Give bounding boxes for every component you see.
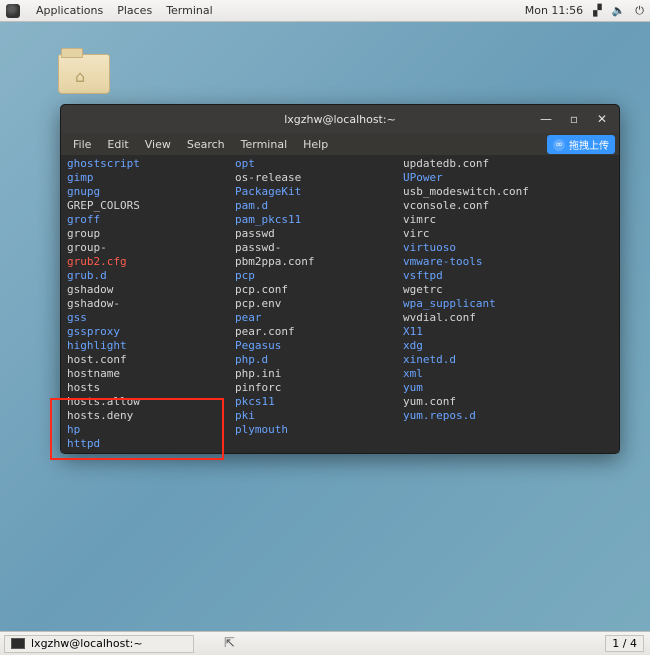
ls-entry: os-release [235,171,403,185]
ls-entry: yum.conf [403,395,571,409]
maximize-button[interactable]: ▫ [563,110,585,128]
ls-entry: vconsole.conf [403,199,571,213]
ls-entry: xdg [403,339,571,353]
ls-entry: pear [235,311,403,325]
ls-entry: grub2.cfg [67,255,235,269]
ls-entry: UPower [403,171,571,185]
upload-pill-label: 拖拽上传 [569,137,609,152]
ls-entry: pear.conf [235,325,403,339]
ls-entry: pam_pkcs11 [235,213,403,227]
ls-column: ghostscriptgimpgnupgGREP_COLORSgroffgrou… [67,157,235,451]
ls-entry: php.ini [235,367,403,381]
terminal-window: lxgzhw@localhost:~ — ▫ ✕ File Edit View … [60,104,620,454]
ls-entry: hosts.deny [67,409,235,423]
ls-entry: highlight [67,339,235,353]
ls-entry: ghostscript [67,157,235,171]
ls-entry: virtuoso [403,241,571,255]
ls-entry: hostname [67,367,235,381]
cursor-icon: ⇱ [224,636,235,651]
minimize-button[interactable]: — [535,110,557,128]
ls-entry: pcp.env [235,297,403,311]
taskbar-item-terminal[interactable]: lxgzhw@localhost:~ [4,635,194,653]
ls-column: optos-releasePackageKitpam.dpam_pkcs11pa… [235,157,403,451]
menu-help[interactable]: Help [295,138,336,151]
ls-entry: passwd [235,227,403,241]
ls-entry: gshadow [67,283,235,297]
ls-entry: passwd- [235,241,403,255]
ls-entry: Pegasus [235,339,403,353]
gnome-taskbar: lxgzhw@localhost:~ ⇱ 1 / 4 [0,631,650,655]
terminal-titlebar[interactable]: lxgzhw@localhost:~ — ▫ ✕ [61,105,619,133]
ls-entry: groff [67,213,235,227]
ls-entry: yum.repos.d [403,409,571,423]
ls-entry: wgetrc [403,283,571,297]
menu-search[interactable]: Search [179,138,233,151]
ls-entry: hosts [67,381,235,395]
ls-entry: gnupg [67,185,235,199]
gnome-logo-icon [6,4,20,18]
menu-terminal[interactable]: Terminal [233,138,296,151]
ls-entry: gss [67,311,235,325]
ls-entry: pkcs11 [235,395,403,409]
upload-pill[interactable]: ∞ 拖拽上传 [547,135,615,154]
ls-entry: grub.d [67,269,235,283]
ls-entry: yum [403,381,571,395]
network-icon[interactable]: ▞ [593,4,601,17]
ls-entry: httpd [67,437,235,451]
terminal-mini-icon [11,638,25,649]
topbar-menu-terminal[interactable]: Terminal [166,4,213,17]
menu-file[interactable]: File [65,138,99,151]
close-button[interactable]: ✕ [591,110,613,128]
ls-entry: pbm2ppa.conf [235,255,403,269]
sound-icon[interactable]: 🔈 [612,4,626,17]
ls-entry: pinforc [235,381,403,395]
ls-entry: pam.d [235,199,403,213]
taskbar-item-label: lxgzhw@localhost:~ [31,637,143,650]
ls-entry: xml [403,367,571,381]
ls-entry: wpa_supplicant [403,297,571,311]
gnome-topbar: Applications Places Terminal Mon 11:56 ▞… [0,0,650,22]
ls-entry: pki [235,409,403,423]
ls-entry: usb_modeswitch.conf [403,185,571,199]
ls-entry: vsftpd [403,269,571,283]
ls-entry: vimrc [403,213,571,227]
ls-entry: wvdial.conf [403,311,571,325]
menu-edit[interactable]: Edit [99,138,136,151]
ls-entry: hosts.allow [67,395,235,409]
ls-entry: vmware-tools [403,255,571,269]
terminal-body[interactable]: ghostscriptgimpgnupgGREP_COLORSgroffgrou… [61,155,619,453]
ls-entry: group [67,227,235,241]
ls-entry: hp [67,423,235,437]
home-glyph-icon: ⌂ [75,67,85,86]
terminal-menubar: File Edit View Search Terminal Help ∞ 拖拽… [61,133,619,155]
workspace-switcher[interactable]: 1 / 4 [605,635,644,652]
ls-entry: virc [403,227,571,241]
ls-entry: host.conf [67,353,235,367]
ls-entry: gssproxy [67,325,235,339]
ls-entry: plymouth [235,423,403,437]
topbar-menu-places[interactable]: Places [117,4,152,17]
ls-entry: opt [235,157,403,171]
ls-column: updatedb.confUPowerusb_modeswitch.confvc… [403,157,571,451]
link-icon: ∞ [553,139,565,151]
menu-view[interactable]: View [137,138,179,151]
ls-entry: gshadow- [67,297,235,311]
topbar-menu-applications[interactable]: Applications [36,4,103,17]
ls-entry: pcp.conf [235,283,403,297]
ls-entry: pcp [235,269,403,283]
home-folder-icon[interactable]: ⌂ [58,48,110,100]
ls-entry: PackageKit [235,185,403,199]
ls-entry: gimp [67,171,235,185]
power-icon[interactable]: ⏻ [635,4,644,18]
ls-entry: GREP_COLORS [67,199,235,213]
clock[interactable]: Mon 11:56 [525,4,583,17]
ls-entry: php.d [235,353,403,367]
ls-entry: xinetd.d [403,353,571,367]
ls-entry: group- [67,241,235,255]
ls-entry: X11 [403,325,571,339]
ls-entry: updatedb.conf [403,157,571,171]
